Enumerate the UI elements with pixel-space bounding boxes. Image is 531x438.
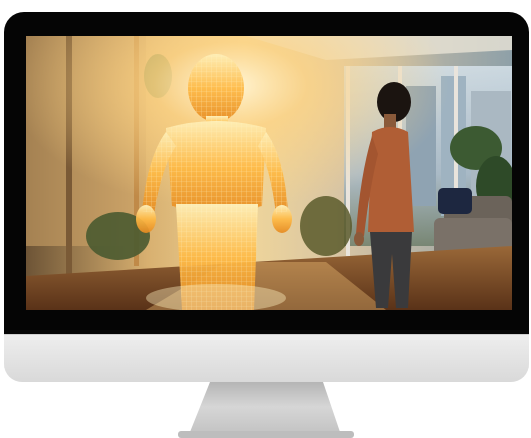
monitor-chin <box>4 334 529 382</box>
scene-image <box>26 36 512 310</box>
monitor-screen <box>26 36 512 310</box>
monitor <box>4 12 529 382</box>
